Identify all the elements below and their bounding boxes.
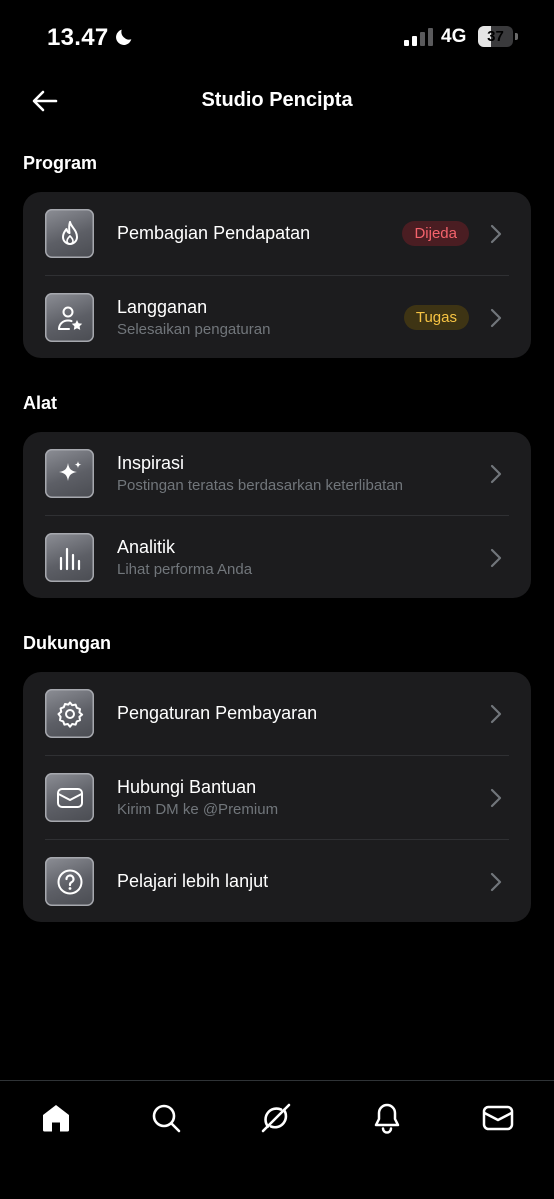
section-title-tools: Alat <box>23 393 58 413</box>
tools-card: Inspirasi Postingan teratas berdasarkan … <box>23 432 531 598</box>
bell-icon <box>374 1103 400 1134</box>
program-card: Pembagian Pendapatan Dijeda Langganan Se… <box>23 192 531 358</box>
grok-icon <box>261 1103 291 1133</box>
row-analytics[interactable]: Analitik Lihat performa Anda <box>23 516 531 600</box>
status-bar: 13.47 4G 37 <box>0 0 554 70</box>
help-circle-icon <box>45 857 94 906</box>
row-title: Pengaturan Pembayaran <box>117 703 318 723</box>
chevron-right-icon <box>490 788 502 808</box>
section-title-support: Dukungan <box>23 633 111 653</box>
row-title: Inspirasi <box>117 453 185 473</box>
battery-level: 37 <box>487 28 504 45</box>
moon-icon <box>116 29 132 45</box>
chevron-right-icon <box>490 872 502 892</box>
nav-home[interactable] <box>39 1101 73 1135</box>
status-badge-task: Tugas <box>403 305 469 330</box>
row-learn-more[interactable]: Pelajari lebih lanjut <box>23 840 531 924</box>
nav-search[interactable] <box>149 1101 183 1135</box>
row-contact-support[interactable]: Hubungi Bantuan Kirim DM ke @Premium <box>23 756 531 840</box>
row-inspiration[interactable]: Inspirasi Postingan teratas berdasarkan … <box>23 432 531 516</box>
row-subtitle: Postingan teratas berdasarkan keterlibat… <box>117 477 404 494</box>
section-title-program: Program <box>23 153 98 173</box>
nav-messages[interactable] <box>481 1101 515 1135</box>
mail-icon <box>482 1105 514 1131</box>
battery-icon: 37 <box>478 26 518 47</box>
row-subtitle: Lihat performa Anda <box>117 561 253 578</box>
row-title: Pelajari lebih lanjut <box>117 871 269 891</box>
row-subtitle: Selesaikan pengaturan <box>117 321 271 338</box>
flame-icon <box>45 209 94 258</box>
status-badge-paused: Dijeda <box>402 221 469 246</box>
chevron-right-icon <box>490 308 502 328</box>
user-star-icon <box>45 293 94 342</box>
support-card: Pengaturan Pembayaran Hubungi Bantuan Ki… <box>23 672 531 922</box>
gear-icon <box>45 689 94 738</box>
row-revenue-sharing[interactable]: Pembagian Pendapatan Dijeda <box>23 192 531 276</box>
network-type: 4G <box>441 26 467 47</box>
chevron-right-icon <box>490 464 502 484</box>
chevron-right-icon <box>490 704 502 724</box>
row-title: Pembagian Pendapatan <box>117 223 311 243</box>
bottom-nav <box>0 1080 554 1199</box>
status-time: 13.47 <box>47 24 109 51</box>
signal-icon <box>404 28 433 46</box>
home-icon <box>43 1105 69 1132</box>
row-subscriptions[interactable]: Langganan Selesaikan pengaturan Tugas <box>23 276 531 360</box>
row-title: Langganan <box>117 297 208 317</box>
chevron-right-icon <box>490 224 502 244</box>
row-subtitle: Kirim DM ke @Premium <box>117 801 279 818</box>
search-icon <box>152 1104 181 1133</box>
nav-notifications[interactable] <box>370 1101 404 1135</box>
page-title: Studio Pencipta <box>201 89 353 111</box>
sparkle-icon <box>45 449 94 498</box>
row-payment-settings[interactable]: Pengaturan Pembayaran <box>23 672 531 756</box>
mail-icon <box>45 773 94 822</box>
row-title: Analitik <box>117 537 176 557</box>
bar-chart-icon <box>45 533 94 582</box>
row-title: Hubungi Bantuan <box>117 777 257 797</box>
nav-grok[interactable] <box>259 1101 293 1135</box>
chevron-right-icon <box>490 548 502 568</box>
